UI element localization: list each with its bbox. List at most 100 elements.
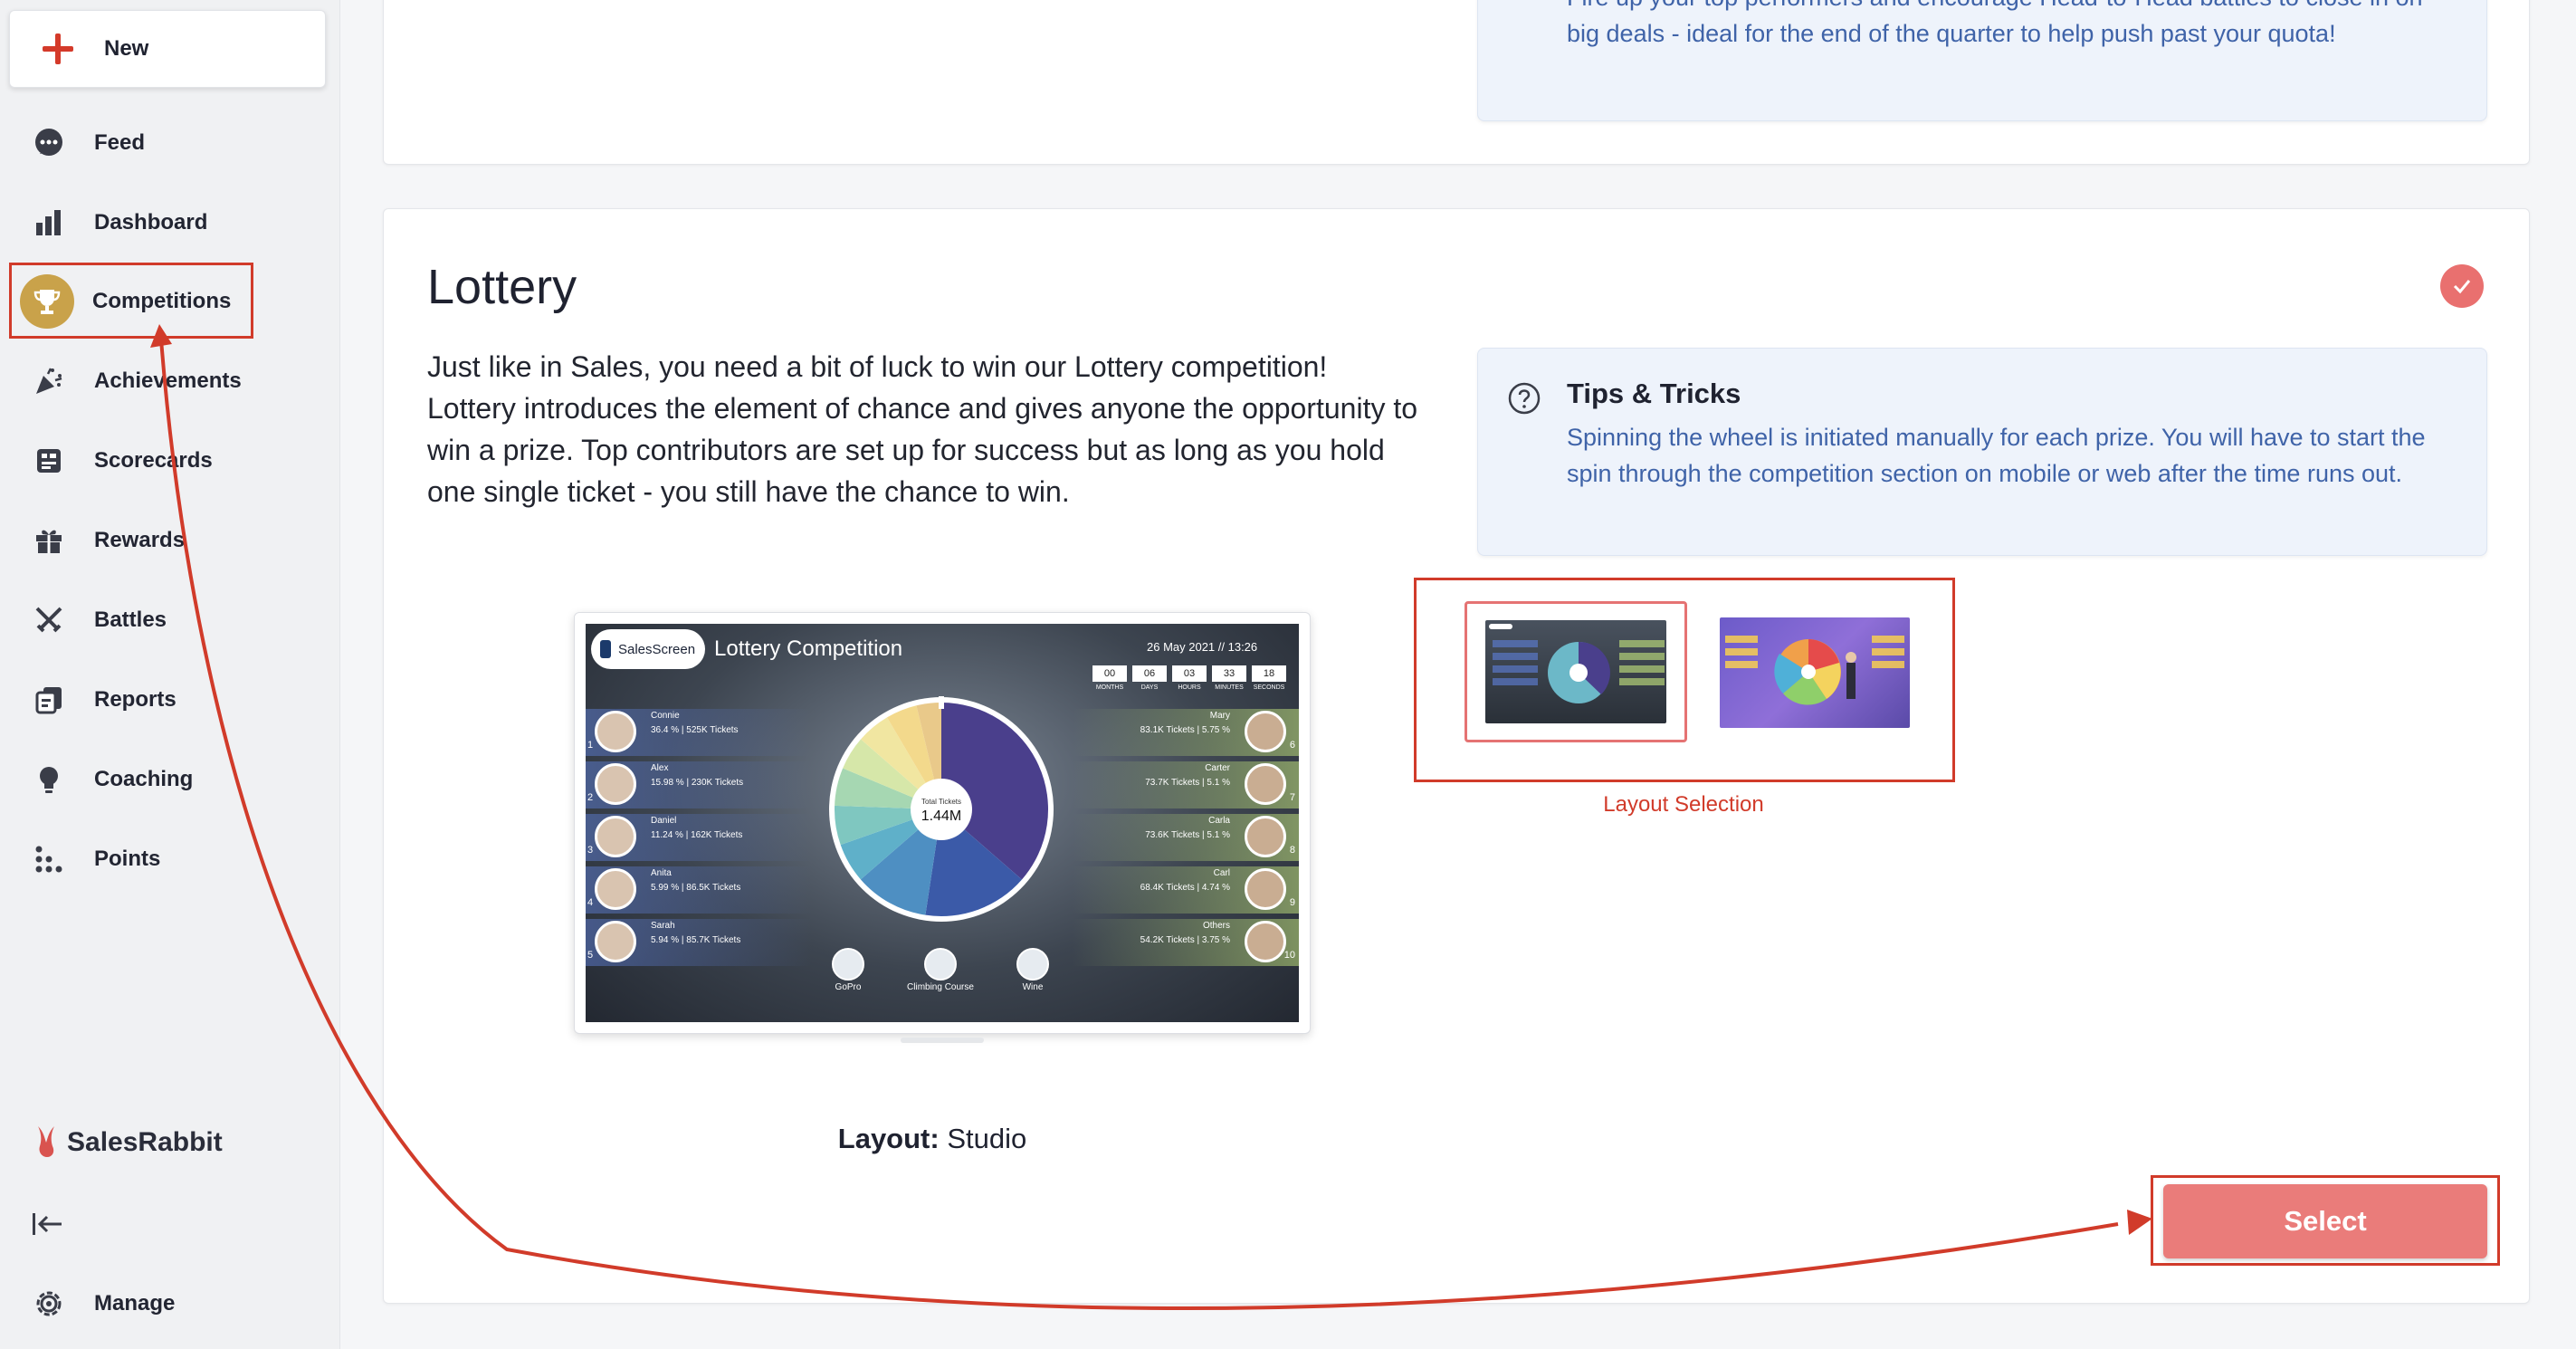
sidebar-item-battles[interactable]: Battles — [9, 584, 326, 656]
sidebar-item-dashboard[interactable]: Dashboard — [9, 187, 326, 259]
sidebar-item-coaching[interactable]: Coaching — [9, 743, 326, 816]
lottery-screen-preview: SalesScreen Lottery Competition 26 May 2… — [586, 624, 1299, 1022]
countdown-unit: HOURS — [1178, 684, 1201, 691]
question-circle-icon — [1508, 382, 1541, 415]
prize-item: Wine — [969, 948, 1096, 992]
sidebar-item-label: Coaching — [94, 767, 194, 791]
leaderboard-player: 3 Daniel 11.24 % | 162K Tickets — [586, 812, 839, 863]
sidebar-item-label: Dashboard — [94, 210, 208, 234]
lottery-wheel: Total Tickets 1.44M — [829, 696, 1054, 922]
tips-body: Spinning the wheel is initiated manually… — [1567, 424, 2426, 487]
player-avatar — [595, 711, 636, 752]
player-name: Carla — [1208, 816, 1230, 826]
countdown-unit: MONTHS — [1095, 684, 1124, 691]
layout-caption: Layout: Studio — [797, 1123, 1068, 1155]
new-button-label: New — [104, 36, 149, 61]
sidebar-item-rewards[interactable]: Rewards — [9, 504, 326, 577]
reports-icon — [27, 678, 71, 722]
brand-name: SalesRabbit — [67, 1127, 223, 1157]
tips-text-previous: Fire up your top performers and encourag… — [1567, 0, 2423, 47]
sidebar-item-manage[interactable]: Manage — [9, 1268, 326, 1340]
prize-name: Wine — [1022, 982, 1044, 992]
layout-thumbnail-studio[interactable] — [1465, 601, 1687, 742]
tips-title: Tips & Tricks — [1567, 378, 1741, 409]
sidebar-item-achievements[interactable]: Achievements — [9, 345, 326, 417]
preview-date: 26 May 2021 // 13:26 — [1147, 640, 1258, 654]
dots-icon — [27, 837, 71, 881]
player-name: Alex — [651, 763, 669, 773]
player-stats: 54.2K Tickets | 3.75 % — [1140, 935, 1230, 945]
sidebar-item-label: Manage — [94, 1291, 176, 1316]
layout-thumbnail-alternate[interactable] — [1720, 617, 1910, 728]
gift-icon — [27, 519, 71, 562]
scorecard-icon — [27, 439, 71, 483]
new-button[interactable]: New — [9, 10, 326, 88]
plus-icon — [41, 32, 75, 66]
collapse-sidebar-icon[interactable] — [29, 1206, 65, 1242]
layout-preview: SalesScreen Lottery Competition 26 May 2… — [574, 612, 1311, 1034]
player-avatar — [1245, 711, 1286, 752]
gear-icon — [27, 1282, 71, 1325]
player-name: Carter — [1205, 763, 1230, 773]
sidebar-item-points[interactable]: Points — [9, 823, 326, 895]
player-avatar — [1245, 816, 1286, 857]
layout-selection-label: Layout Selection — [1603, 792, 1764, 817]
countdown-unit: DAYS — [1140, 684, 1159, 691]
rabbit-logo-icon — [38, 1126, 54, 1157]
tips-and-tricks-box: Tips & Tricks Spinning the wheel is init… — [1477, 348, 2487, 556]
player-rank: 7 — [1289, 792, 1295, 803]
player-avatar — [1245, 868, 1286, 910]
sidebar-item-reports[interactable]: Reports — [9, 664, 326, 736]
player-rank: 6 — [1289, 740, 1295, 751]
leaderboard-player: 6 Mary 83.1K Tickets | 5.75 % — [1045, 707, 1299, 758]
layout-value: Studio — [947, 1123, 1027, 1154]
bar-chart-icon — [27, 201, 71, 244]
player-avatar — [595, 868, 636, 910]
player-avatar — [1245, 921, 1286, 962]
sidebar-item-label: Points — [94, 847, 161, 871]
countdown-unit: SECONDS — [1253, 684, 1285, 691]
sidebar-item-label: Scorecards — [94, 448, 213, 473]
player-rank: 5 — [587, 950, 594, 961]
crossed-swords-icon — [27, 598, 71, 642]
prize-icon — [1016, 948, 1049, 981]
preview-title: Lottery Competition — [714, 636, 903, 661]
player-stats: 73.6K Tickets | 5.1 % — [1145, 830, 1230, 840]
select-button[interactable]: Select — [2163, 1184, 2487, 1258]
selected-check-icon — [2440, 264, 2484, 308]
salesscreen-brand: SalesScreen — [618, 641, 696, 657]
player-name: Sarah — [651, 921, 675, 931]
competitions-highlight — [9, 263, 253, 339]
tips-box-previous: Fire up your top performers and encourag… — [1477, 0, 2487, 121]
party-popper-icon — [27, 359, 71, 403]
sidebar-item-feed[interactable]: Feed — [9, 107, 326, 179]
salesscreen-mark-icon — [600, 640, 611, 658]
prize-icon — [924, 948, 957, 981]
player-stats: 73.7K Tickets | 5.1 % — [1145, 778, 1230, 788]
sidebar-item-scorecards[interactable]: Scorecards — [9, 425, 326, 497]
player-stats: 5.99 % | 86.5K Tickets — [651, 883, 741, 893]
player-avatar — [595, 816, 636, 857]
salesscreen-logo: SalesScreen — [591, 629, 705, 669]
player-name: Mary — [1209, 711, 1230, 721]
prize-icon — [832, 948, 864, 981]
layout-label: Layout: — [837, 1123, 940, 1154]
chat-bubble-icon — [27, 121, 71, 165]
player-rank: 4 — [587, 897, 594, 908]
player-avatar — [1245, 763, 1286, 805]
sidebar-item-label: Battles — [94, 608, 167, 632]
studio-thumbnail-art — [1489, 624, 1665, 703]
lightbulb-icon — [27, 758, 71, 801]
lottery-title: Lottery — [427, 260, 577, 314]
sidebar-item-label: Achievements — [94, 368, 242, 393]
player-stats: 36.4 % | 525K Tickets — [651, 725, 739, 735]
leaderboard-player: 2 Alex 15.98 % | 230K Tickets — [586, 760, 839, 810]
player-rank: 9 — [1289, 897, 1295, 908]
player-stats: 5.94 % | 85.7K Tickets — [651, 935, 741, 945]
leaderboard-player: 1 Connie 36.4 % | 525K Tickets — [586, 707, 839, 758]
player-stats: 83.1K Tickets | 5.75 % — [1140, 725, 1230, 735]
sidebar-item-label: Feed — [94, 130, 146, 155]
preview-scroll-indicator — [901, 1038, 984, 1043]
sidebar-item-label: Reports — [94, 687, 177, 712]
countdown-minutes: 33 — [1212, 665, 1246, 682]
